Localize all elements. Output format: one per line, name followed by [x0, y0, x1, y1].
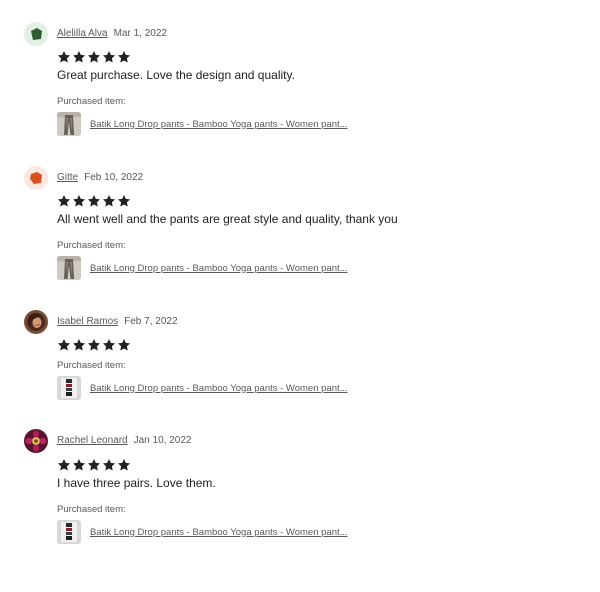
review-text: I have three pairs. Love them.	[57, 476, 216, 490]
purchased-item-link[interactable]: Batik Long Drop pants - Bamboo Yoga pant…	[57, 520, 348, 544]
star-rating	[57, 194, 132, 208]
purchased-item-title[interactable]: Batik Long Drop pants - Bamboo Yoga pant…	[90, 263, 348, 274]
star-icon	[117, 194, 131, 208]
star-icon	[72, 458, 86, 472]
star-icon	[57, 338, 71, 352]
review-date: Feb 7, 2022	[124, 316, 178, 327]
review-date: Mar 1, 2022	[113, 28, 167, 39]
star-icon	[72, 338, 86, 352]
review-meta: Isabel Ramos Feb 7, 2022	[57, 316, 178, 328]
purchased-item-link[interactable]: Batik Long Drop pants - Bamboo Yoga pant…	[57, 256, 348, 280]
green-shape-avatar-icon[interactable]	[24, 22, 48, 46]
purchased-item-label: Purchased item:	[57, 360, 126, 371]
star-icon	[117, 50, 131, 64]
star-icon	[87, 50, 101, 64]
folded-pants-photo-icon[interactable]	[57, 520, 81, 544]
folded-pants-photo-icon[interactable]	[57, 376, 81, 400]
star-icon	[57, 194, 71, 208]
review-item: Isabel Ramos Feb 7, 2022 Purchased item: …	[24, 310, 584, 400]
review-header: Alelilla Alva Mar 1, 2022	[24, 22, 584, 48]
purchased-item-title[interactable]: Batik Long Drop pants - Bamboo Yoga pant…	[90, 119, 348, 130]
review-item: Gitte Feb 10, 2022 All went well and the …	[24, 166, 584, 280]
star-icon	[57, 458, 71, 472]
purchased-item-label: Purchased item:	[57, 240, 126, 251]
star-icon	[57, 50, 71, 64]
review-item: Rachel Leonard Jan 10, 2022 I have three …	[24, 429, 584, 544]
star-icon	[117, 338, 131, 352]
star-icon	[117, 458, 131, 472]
grey-pants-photo-icon[interactable]	[57, 112, 81, 136]
star-icon	[72, 50, 86, 64]
star-icon	[102, 194, 116, 208]
review-date: Jan 10, 2022	[133, 435, 192, 446]
reviewer-name-link[interactable]: Gitte	[57, 172, 78, 183]
review-meta: Rachel Leonard Jan 10, 2022	[57, 435, 191, 447]
star-rating	[57, 50, 132, 64]
purchased-item-link[interactable]: Batik Long Drop pants - Bamboo Yoga pant…	[57, 112, 348, 136]
purchased-item-label: Purchased item:	[57, 504, 126, 515]
star-icon	[72, 194, 86, 208]
purchased-item-title[interactable]: Batik Long Drop pants - Bamboo Yoga pant…	[90, 527, 348, 538]
reviewer-name-link[interactable]: Rachel Leonard	[57, 435, 128, 446]
profile-photo-avatar-icon[interactable]	[24, 310, 48, 334]
review-meta: Alelilla Alva Mar 1, 2022	[57, 28, 167, 40]
star-icon	[87, 458, 101, 472]
star-icon	[87, 338, 101, 352]
review-date: Feb 10, 2022	[84, 172, 144, 183]
review-item: Alelilla Alva Mar 1, 2022 Great purchase.…	[24, 22, 584, 136]
orange-shape-avatar-icon[interactable]	[24, 166, 48, 190]
purchased-item-title[interactable]: Batik Long Drop pants - Bamboo Yoga pant…	[90, 383, 348, 394]
star-rating	[57, 338, 132, 352]
reviewer-name-link[interactable]: Isabel Ramos	[57, 316, 118, 327]
review-meta: Gitte Feb 10, 2022	[57, 172, 143, 184]
grey-pants-photo-icon[interactable]	[57, 256, 81, 280]
purchased-item-link[interactable]: Batik Long Drop pants - Bamboo Yoga pant…	[57, 376, 348, 400]
review-text: Great purchase. Love the design and qual…	[57, 68, 295, 82]
purchased-item-label: Purchased item:	[57, 96, 126, 107]
star-icon	[102, 458, 116, 472]
review-header: Isabel Ramos Feb 7, 2022	[24, 310, 584, 336]
review-header: Gitte Feb 10, 2022	[24, 166, 584, 192]
review-text: All went well and the pants are great st…	[57, 212, 398, 226]
star-icon	[87, 194, 101, 208]
review-header: Rachel Leonard Jan 10, 2022	[24, 429, 584, 455]
flower-photo-avatar-icon[interactable]	[24, 429, 48, 453]
star-rating	[57, 458, 132, 472]
reviewer-name-link[interactable]: Alelilla Alva	[57, 28, 108, 39]
star-icon	[102, 338, 116, 352]
star-icon	[102, 50, 116, 64]
